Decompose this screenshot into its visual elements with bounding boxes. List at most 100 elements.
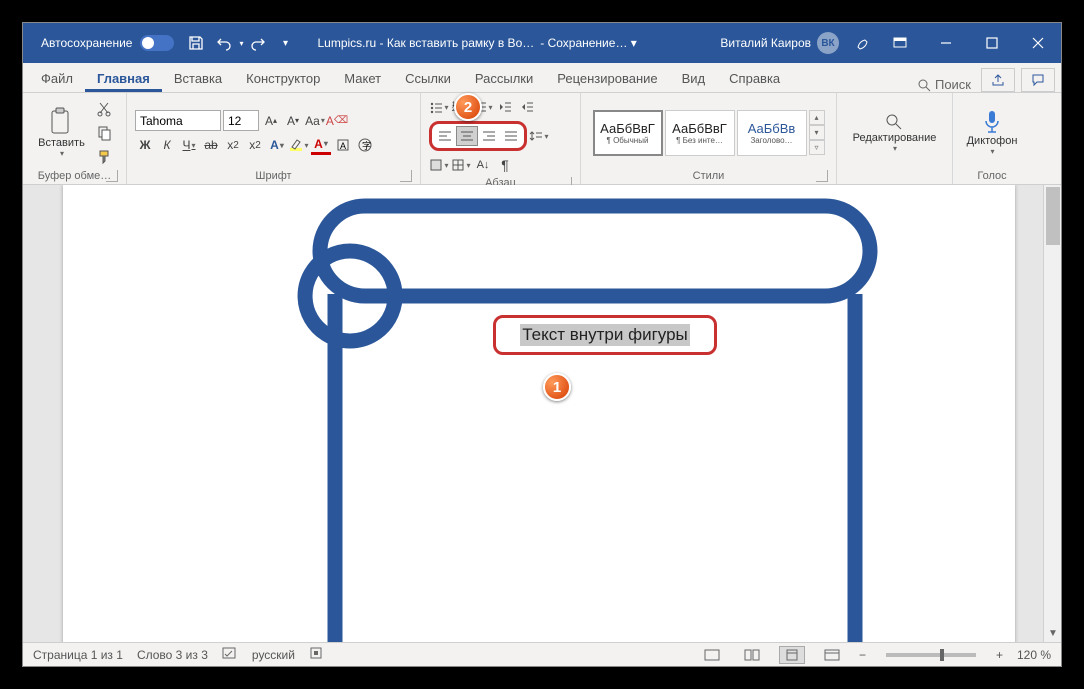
align-justify-button[interactable] bbox=[500, 126, 522, 146]
ribbon-display-icon[interactable] bbox=[877, 23, 923, 63]
font-size-combo[interactable] bbox=[223, 110, 259, 131]
borders-icon[interactable]: ▾ bbox=[451, 155, 471, 175]
maximize-button[interactable] bbox=[969, 23, 1015, 63]
undo-dropdown-icon[interactable]: ▾ bbox=[239, 39, 243, 48]
user-avatar[interactable]: ВК bbox=[817, 32, 839, 54]
paste-label: Вставить bbox=[38, 137, 85, 149]
zoom-slider[interactable] bbox=[886, 653, 976, 657]
align-left-button[interactable] bbox=[434, 126, 456, 146]
voice-label: Голос bbox=[977, 170, 1006, 182]
styles-scroll[interactable]: ▴▾▿ bbox=[809, 110, 825, 155]
editing-button[interactable]: Редактирование ▾ bbox=[849, 110, 941, 155]
read-view-icon[interactable] bbox=[739, 646, 765, 664]
style-heading1[interactable]: АаБбВвЗаголово… bbox=[737, 110, 807, 156]
text-effects-icon[interactable]: A▾ bbox=[267, 135, 287, 155]
cut-icon[interactable] bbox=[93, 98, 115, 120]
editing-label: Редактирование bbox=[853, 132, 937, 144]
user-name[interactable]: Виталий Каиров bbox=[720, 36, 811, 50]
tab-references[interactable]: Ссылки bbox=[393, 65, 463, 92]
italic-button[interactable]: К bbox=[157, 135, 177, 155]
shrink-font-icon[interactable]: A▾ bbox=[283, 111, 303, 131]
comments-button[interactable] bbox=[1021, 68, 1055, 92]
close-button[interactable] bbox=[1015, 23, 1061, 63]
tab-layout[interactable]: Макет bbox=[332, 65, 393, 92]
styles-launcher-icon[interactable] bbox=[816, 170, 828, 182]
font-name-combo[interactable] bbox=[135, 110, 221, 131]
vertical-scrollbar[interactable]: ▲ ▼ bbox=[1043, 185, 1061, 642]
macro-icon[interactable] bbox=[309, 646, 323, 663]
search-box[interactable]: Поиск bbox=[917, 77, 971, 92]
style-normal[interactable]: АаБбВвГ¶ Обычный bbox=[593, 110, 663, 156]
align-highlight bbox=[429, 121, 527, 151]
qat-customize-icon[interactable]: ▾ bbox=[274, 31, 298, 55]
save-icon[interactable] bbox=[184, 31, 208, 55]
align-center-button[interactable] bbox=[456, 126, 478, 146]
strike-button[interactable]: ab bbox=[201, 135, 221, 155]
underline-button[interactable]: Ч▾ bbox=[179, 135, 199, 155]
tab-review[interactable]: Рецензирование bbox=[545, 65, 669, 92]
paste-button[interactable]: Вставить ▾ bbox=[34, 105, 89, 160]
scroll-down-icon[interactable]: ▼ bbox=[1044, 624, 1061, 642]
tab-mailings[interactable]: Рассылки bbox=[463, 65, 545, 92]
search-label: Поиск bbox=[935, 77, 971, 92]
word-count[interactable]: Слово 3 из 3 bbox=[137, 648, 208, 662]
focus-view-icon[interactable] bbox=[699, 646, 725, 664]
inc-indent-icon[interactable] bbox=[517, 97, 537, 117]
font-color-icon[interactable]: A▾ bbox=[311, 135, 331, 155]
bullets-icon[interactable]: ▾ bbox=[429, 97, 449, 117]
subscript-button[interactable]: x2 bbox=[223, 135, 243, 155]
align-right-button[interactable] bbox=[478, 126, 500, 146]
font-launcher-icon[interactable] bbox=[400, 170, 412, 182]
dictate-button[interactable]: Диктофон ▾ bbox=[963, 107, 1022, 158]
document-area[interactable]: Текст внутри фигуры ▲ ▼ bbox=[23, 185, 1061, 642]
superscript-button[interactable]: x2 bbox=[245, 135, 265, 155]
bold-button[interactable]: Ж bbox=[135, 135, 155, 155]
char-border-icon[interactable]: A bbox=[333, 135, 353, 155]
format-painter-icon[interactable] bbox=[93, 146, 115, 168]
spell-check-icon[interactable] bbox=[222, 646, 238, 663]
language-indicator[interactable]: русский bbox=[252, 648, 295, 662]
scroll-thumb[interactable] bbox=[1046, 187, 1060, 245]
dec-indent-icon[interactable] bbox=[495, 97, 515, 117]
svg-text:A: A bbox=[340, 141, 346, 151]
tab-help[interactable]: Справка bbox=[717, 65, 792, 92]
print-view-icon[interactable] bbox=[779, 646, 805, 664]
save-status[interactable]: - Сохранение… ▾ bbox=[540, 36, 637, 50]
copy-icon[interactable] bbox=[93, 122, 115, 144]
grow-font-icon[interactable]: A▴ bbox=[261, 111, 281, 131]
coming-soon-icon[interactable] bbox=[851, 31, 875, 55]
tab-design[interactable]: Конструктор bbox=[234, 65, 332, 92]
tab-home[interactable]: Главная bbox=[85, 65, 162, 92]
undo-icon[interactable] bbox=[212, 31, 236, 55]
change-case-icon[interactable]: Aa▾ bbox=[305, 111, 325, 131]
ribbon-tabs: Файл Главная Вставка Конструктор Макет С… bbox=[23, 63, 1061, 93]
style-no-spacing[interactable]: АаБбВвГ¶ Без инте… bbox=[665, 110, 735, 156]
text-highlight: Текст внутри фигуры bbox=[493, 315, 717, 355]
zoom-level[interactable]: 120 % bbox=[1017, 648, 1051, 662]
shape-text[interactable]: Текст внутри фигуры bbox=[520, 324, 690, 346]
share-button[interactable] bbox=[981, 68, 1015, 92]
redo-icon[interactable] bbox=[246, 31, 270, 55]
font-label: Шрифт bbox=[255, 170, 291, 182]
group-clipboard: Вставить ▾ Буфер обме… bbox=[23, 93, 127, 184]
zoom-out-button[interactable]: − bbox=[859, 648, 866, 662]
tab-view[interactable]: Вид bbox=[670, 65, 718, 92]
web-view-icon[interactable] bbox=[819, 646, 845, 664]
clear-format-icon[interactable]: A⌫ bbox=[327, 111, 347, 131]
highlight-icon[interactable]: ▾ bbox=[289, 135, 309, 155]
minimize-button[interactable] bbox=[923, 23, 969, 63]
clipboard-launcher-icon[interactable] bbox=[106, 170, 118, 182]
sort-icon[interactable]: А↓ bbox=[473, 155, 493, 175]
autosave-label: Автосохранение bbox=[41, 36, 132, 50]
scroll-shape[interactable] bbox=[295, 191, 895, 642]
page-indicator[interactable]: Страница 1 из 1 bbox=[33, 648, 123, 662]
enclose-char-icon[interactable]: 字 bbox=[355, 135, 375, 155]
show-marks-icon[interactable]: ¶ bbox=[495, 155, 515, 175]
line-spacing-icon[interactable]: ▾ bbox=[529, 126, 549, 146]
zoom-in-button[interactable]: + bbox=[996, 648, 1003, 662]
styles-label: Стили bbox=[693, 170, 725, 182]
tab-insert[interactable]: Вставка bbox=[162, 65, 234, 92]
tab-file[interactable]: Файл bbox=[29, 65, 85, 92]
shading-icon[interactable]: ▾ bbox=[429, 155, 449, 175]
autosave-toggle[interactable] bbox=[140, 35, 174, 51]
